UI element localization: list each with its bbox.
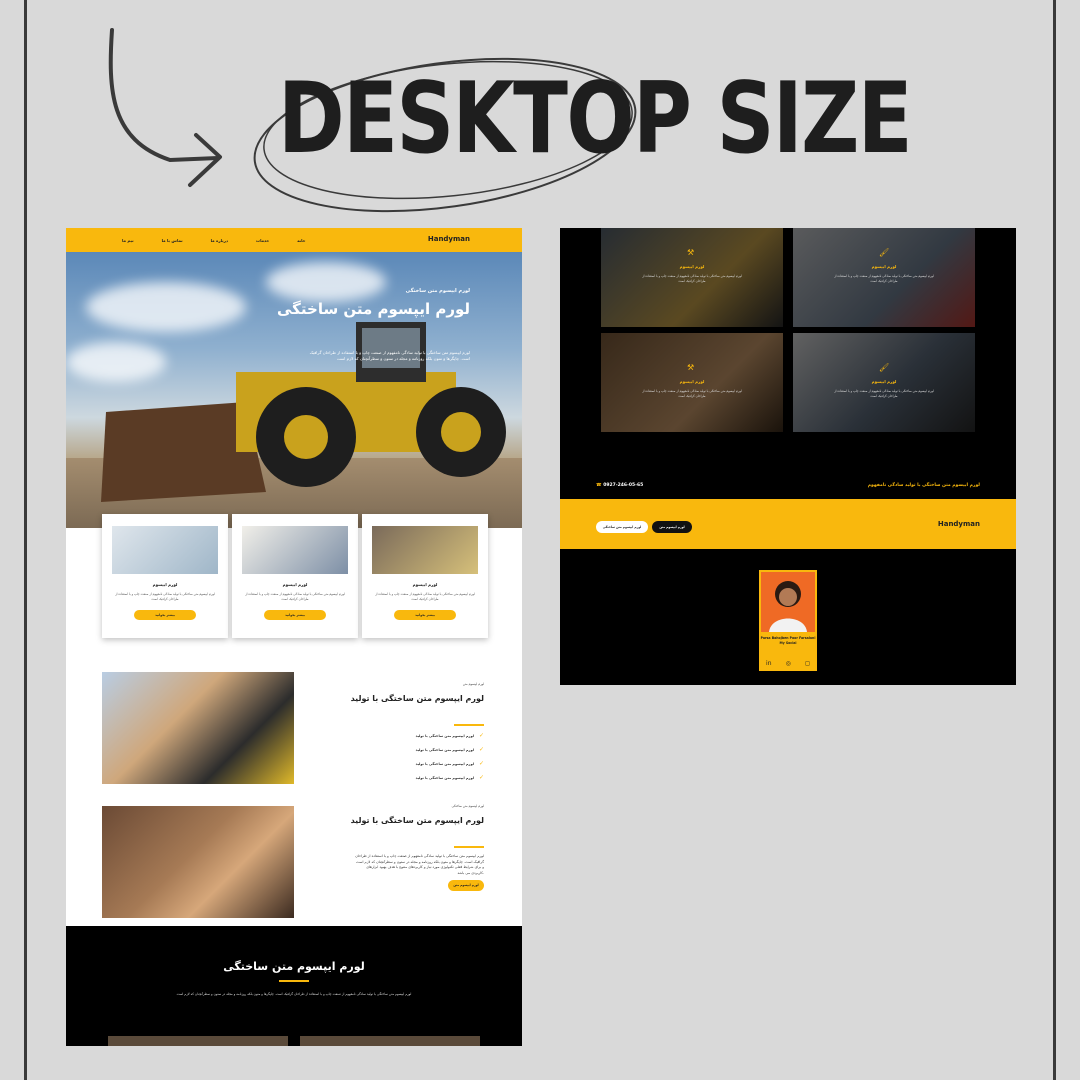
check-icon: ✓ <box>478 774 484 781</box>
hero-section: لورم ایپسوم متن ساختگی لورم ایپسوم متن س… <box>66 252 522 528</box>
page-heading: DESKTOP SIZE <box>278 62 913 176</box>
card-title: لورم ایپسوم <box>282 582 308 587</box>
curved-arrow-icon <box>108 28 220 163</box>
hero-title: لورم ایپسوم متن ساختگی <box>276 300 470 318</box>
section-kicker: لورم ایپسوم متن ساختگی <box>451 804 484 808</box>
cta-light-button[interactable]: لورم ایپسوم متن ساختگی <box>596 521 648 533</box>
check-item: لورم ایپسوم متن ساختگی با تولید ✓ <box>415 774 484 781</box>
logo[interactable]: Handyman <box>428 235 470 243</box>
tile-description: لورم ایپسوم متن ساختگی با تولید سادگی نا… <box>834 274 934 283</box>
desktop-mockup-left: تیم ما تماس با ما درباره ما خدمات خانه H… <box>66 228 522 1046</box>
ticker-text: لورم ایپسوم متن ساختگی با تولید سادگی نا… <box>867 483 980 488</box>
service-card: لورم ایپسوم لورم ایپسوم متن ساختگی با تو… <box>102 514 228 638</box>
instagram-icon[interactable]: ◻ <box>805 660 810 667</box>
section-kicker: لورم ایپسوم متن <box>462 682 484 686</box>
card-description: لورم ایپسوم متن ساختگی با تولید سادگی نا… <box>375 592 475 601</box>
card-title: لورم ایپسوم <box>412 582 438 587</box>
check-icon: ✓ <box>478 760 484 767</box>
check-item: لورم ایپسوم متن ساختگی با تولید ✓ <box>415 760 484 767</box>
card-button[interactable]: بیشتر بخوانید <box>264 610 326 620</box>
tile-description: لورم ایپسوم متن ساختگی با تولید سادگی نا… <box>834 389 934 398</box>
service-tile[interactable]: ⚒ لورم ایپسوم لورم ایپسوم متن ساختگی با … <box>601 228 783 327</box>
card-description: لورم ایپسوم متن ساختگی با تولید سادگی نا… <box>115 592 215 601</box>
tile-description: لورم ایپسوم متن ساختگی با تولید سادگی نا… <box>642 389 742 398</box>
tile-title: لورم ایپسوم <box>871 264 897 269</box>
service-tile[interactable]: 🖌 لورم ایپسوم لورم ایپسوم متن ساختگی با … <box>793 228 975 327</box>
hero-subtitle: لورم ایپسوم متن ساختگی <box>405 288 470 294</box>
check-item: لورم ایپسوم متن ساختگی با تولید ✓ <box>415 732 484 739</box>
check-icon: ✓ <box>478 746 484 753</box>
service-tile[interactable]: 🖌 لورم ایپسوم لورم ایپسوم متن ساختگی با … <box>793 333 975 432</box>
section-divider <box>454 846 484 848</box>
hammer-icon: ⚒ <box>687 248 695 257</box>
black-section-title: لورم ایپسوم متن ساختگی <box>223 960 365 973</box>
nav-item[interactable]: درباره ما <box>211 238 228 243</box>
service-cards: لورم ایپسوم لورم ایپسوم متن ساختگی با تو… <box>102 514 488 638</box>
check-list: لورم ایپسوم متن ساختگی با تولید ✓ لورم ای… <box>416 732 484 781</box>
black-section-description: لورم ایپسوم متن ساختگی با تولید سادگی نا… <box>176 992 412 996</box>
linkedin-icon[interactable]: in <box>766 660 771 667</box>
nav-item[interactable]: تماس با ما <box>162 238 183 243</box>
tile-description: لورم ایپسوم متن ساختگی با تولید سادگی نا… <box>642 274 742 283</box>
tool-belt-image <box>102 672 294 784</box>
paint-roller-icon: 🖌 <box>879 248 890 257</box>
gallery-tile <box>300 1036 480 1046</box>
gallery-tile <box>108 1036 288 1046</box>
section-title: لورم ایپسوم متن ساختگی با تولید <box>350 816 484 825</box>
nav-menu: تیم ما تماس با ما درباره ما خدمات خانه <box>122 228 306 252</box>
card-button[interactable]: بیشتر بخوانید <box>394 610 456 620</box>
black-section: لورم ایپسوم متن ساختگی لورم ایپسوم متن س… <box>66 926 522 1046</box>
card-image <box>112 526 218 574</box>
service-card: لورم ایپسوم لورم ایپسوم متن ساختگی با تو… <box>362 514 488 638</box>
frame-border-right <box>1053 0 1056 1080</box>
dribbble-icon[interactable]: ◎ <box>786 660 791 667</box>
check-icon: ✓ <box>478 732 484 739</box>
profile-card: Parsa Bahojben Poor Farsalani My Social … <box>759 570 817 671</box>
profile-name: Parsa Bahojben Poor Farsalani My Social <box>760 636 816 646</box>
service-card: لورم ایپسوم لورم ایپسوم متن ساختگی با تو… <box>232 514 358 638</box>
frame-border-left <box>24 0 27 1080</box>
section-divider <box>454 724 484 726</box>
card-button[interactable]: بیشتر بخوانید <box>134 610 196 620</box>
card-description: لورم ایپسوم متن ساختگی با تولید سادگی نا… <box>245 592 345 601</box>
service-tile[interactable]: ⚒ لورم ایپسوم لورم ایپسوم متن ساختگی با … <box>601 333 783 432</box>
social-icons: in ◎ ◻ <box>759 660 817 667</box>
card-title: لورم ایپسوم <box>152 582 178 587</box>
woodwork-image <box>102 806 294 918</box>
nav-item[interactable]: خدمات <box>256 238 269 243</box>
nav-item[interactable]: تیم ما <box>122 238 134 243</box>
section-button[interactable]: لورم ایپسوم متن <box>448 880 484 891</box>
black-section-divider <box>279 980 309 982</box>
brush-icon: 🖌 <box>879 363 890 372</box>
footer-logo[interactable]: Handyman <box>938 520 980 528</box>
saw-icon: ⚒ <box>687 363 695 372</box>
profile-photo <box>761 572 815 632</box>
phone-number[interactable]: ☎ 0927-246-05-65 <box>596 483 643 488</box>
tile-title: لورم ایپسوم <box>679 379 705 384</box>
card-image <box>372 526 478 574</box>
card-image <box>242 526 348 574</box>
phone-icon: ☎ <box>596 483 602 488</box>
section-title: لورم ایپسوم متن ساختگی با تولید <box>350 694 484 703</box>
tile-title: لورم ایپسوم <box>871 379 897 384</box>
tile-title: لورم ایپسوم <box>679 264 705 269</box>
cta-dark-button[interactable]: لورم ایپسوم متن <box>652 521 692 533</box>
desktop-mockup-right: ⚒ لورم ایپسوم لورم ایپسوم متن ساختگی با … <box>560 228 1016 685</box>
hero-description: لورم ایپسوم متن ساختگی با تولید سادگی نا… <box>309 350 470 362</box>
nav-item[interactable]: خانه <box>297 238 305 243</box>
navbar: تیم ما تماس با ما درباره ما خدمات خانه H… <box>66 228 522 252</box>
section-description: لورم ایپسوم متن ساختگی با تولید سادگی نا… <box>355 854 484 875</box>
check-item: لورم ایپسوم متن ساختگی با تولید ✓ <box>415 746 484 753</box>
